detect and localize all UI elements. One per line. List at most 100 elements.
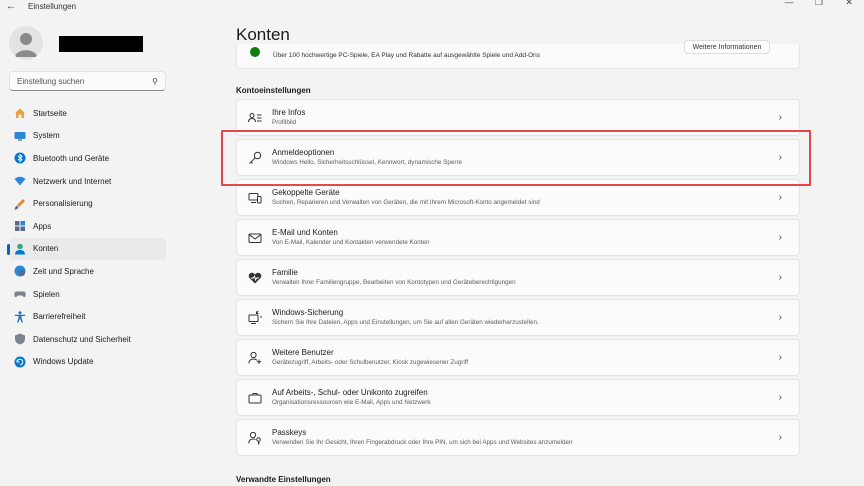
section-heading-account-settings: Kontoeinstellungen xyxy=(236,86,311,95)
gamepad-icon xyxy=(14,288,26,300)
chevron-right-icon: › xyxy=(778,232,782,243)
more-info-label: Weitere Informationen xyxy=(692,43,762,51)
sidebar-item-system[interactable]: System xyxy=(9,125,166,148)
devices-icon xyxy=(248,191,262,205)
sidebar-nav: Startseite System Bluetooth und Geräte N… xyxy=(7,102,166,374)
card-subtitle: Organisationsressourcen wie E-Mail, Apps… xyxy=(272,399,431,406)
close-button[interactable]: ✕ xyxy=(834,0,864,8)
card-subtitle: Suchen, Reparieren und Verwalten von Ger… xyxy=(272,199,540,206)
sidebar-item-bluetooth[interactable]: Bluetooth und Geräte xyxy=(9,147,166,170)
avatar xyxy=(9,26,43,60)
chevron-right-icon: › xyxy=(778,272,782,283)
search-input[interactable] xyxy=(17,76,153,86)
more-info-button[interactable]: Weitere Informationen xyxy=(684,40,770,54)
bluetooth-icon xyxy=(14,152,26,164)
sidebar-item-zeit-sprache[interactable]: Zeit und Sprache xyxy=(9,260,166,283)
sidebar-item-label: Apps xyxy=(33,221,52,231)
settings-search[interactable]: ⚲ xyxy=(9,71,166,91)
monitor-icon xyxy=(14,130,26,142)
sidebar-item-label: Personalisierung xyxy=(33,199,93,209)
user-profile[interactable] xyxy=(9,26,143,60)
sidebar-item-label: Startseite xyxy=(33,108,67,118)
minimize-button[interactable]: — xyxy=(774,0,804,8)
sidebar-item-datenschutz[interactable]: Datenschutz und Sicherheit xyxy=(9,328,166,351)
sidebar-item-apps[interactable]: Apps xyxy=(9,215,166,238)
add-user-icon xyxy=(248,351,262,365)
card-weitere-benutzer[interactable]: Weitere Benutzer Gerätezugriff, Arbeits-… xyxy=(236,339,800,376)
person-card-icon xyxy=(248,111,262,125)
card-title: Anmeldeoptionen xyxy=(272,148,335,157)
chevron-right-icon: › xyxy=(778,352,782,363)
close-icon: ✕ xyxy=(845,0,853,7)
card-title: Windows-Sicherung xyxy=(272,308,344,317)
sidebar: ⚲ Startseite System Bluetooth und Geräte… xyxy=(0,12,175,486)
avatar-person-icon xyxy=(15,33,37,57)
home-icon xyxy=(14,107,26,119)
card-subtitle: Sichern Sie Ihre Dateien, Apps und Einst… xyxy=(272,319,539,326)
sidebar-item-barrierefreiheit[interactable]: Barrierefreiheit xyxy=(9,305,166,328)
card-ihre-infos[interactable]: Ihre Infos Profilbild › xyxy=(236,99,800,136)
card-title: Weitere Benutzer xyxy=(272,348,334,357)
sidebar-item-startseite[interactable]: Startseite xyxy=(9,102,166,125)
sidebar-item-konten[interactable]: Konten xyxy=(7,237,166,261)
card-familie[interactable]: Familie Verwalten Ihrer Familiengruppe, … xyxy=(236,259,800,296)
card-gekoppelte-geraete[interactable]: Gekoppelte Geräte Suchen, Reparieren und… xyxy=(236,179,800,216)
app-title: Einstellungen xyxy=(28,1,77,11)
game-pass-promo-card: Über 100 hochwertige PC-Spiele, EA Play … xyxy=(236,40,800,69)
sidebar-item-label: Bluetooth und Geräte xyxy=(33,153,110,163)
wifi-icon xyxy=(14,175,26,187)
chevron-right-icon: › xyxy=(778,192,782,203)
title-bar: ← Einstellungen — ❐ ✕ xyxy=(0,0,864,12)
sidebar-item-spielen[interactable]: Spielen xyxy=(9,283,166,306)
search-icon: ⚲ xyxy=(152,76,158,86)
mail-icon xyxy=(248,231,262,245)
card-title: E-Mail und Konten xyxy=(272,228,338,237)
sidebar-item-personalisierung[interactable]: Personalisierung xyxy=(9,192,166,215)
sidebar-item-netzwerk[interactable]: Netzwerk und Internet xyxy=(9,170,166,193)
briefcase-icon xyxy=(248,391,262,405)
sidebar-item-label: Spielen xyxy=(33,289,60,299)
card-anmeldeoptionen[interactable]: Anmeldeoptionen Windows Hello, Sicherhei… xyxy=(236,139,800,176)
sidebar-item-label: Windows Update xyxy=(33,357,94,367)
main-content: Konten Über 100 hochwertige PC-Spiele, E… xyxy=(236,12,806,486)
back-button[interactable]: ← xyxy=(0,0,22,12)
sidebar-item-label: Zeit und Sprache xyxy=(33,266,94,276)
card-passkeys[interactable]: Passkeys Verwenden Sie Ihr Gesicht, Ihre… xyxy=(236,419,800,456)
window-controls: — ❐ ✕ xyxy=(774,0,864,8)
shield-icon xyxy=(14,333,26,345)
card-subtitle: Gerätezugriff, Arbeits- oder Schulbenutz… xyxy=(272,359,469,366)
chevron-right-icon: › xyxy=(778,152,782,163)
page-title: Konten xyxy=(236,25,290,44)
card-title: Gekoppelte Geräte xyxy=(272,188,340,197)
card-email-konten[interactable]: E-Mail und Konten Von E-Mail, Kalender u… xyxy=(236,219,800,256)
backup-icon xyxy=(248,310,262,325)
xbox-icon xyxy=(250,47,260,57)
maximize-icon: ❐ xyxy=(814,0,824,7)
family-heart-icon xyxy=(248,271,262,285)
sidebar-item-label: System xyxy=(33,131,60,141)
promo-text: Über 100 hochwertige PC-Spiele, EA Play … xyxy=(273,51,541,59)
chevron-right-icon: › xyxy=(778,392,782,403)
sidebar-item-label: Barrierefreiheit xyxy=(33,312,86,322)
chevron-right-icon: › xyxy=(778,312,782,323)
key-icon xyxy=(248,151,262,165)
back-arrow-icon: ← xyxy=(6,0,16,12)
card-arbeits-schulkonto[interactable]: Auf Arbeits-, Schul- oder Unikonto zugre… xyxy=(236,379,800,416)
sidebar-item-label: Datenschutz und Sicherheit xyxy=(33,334,131,344)
apps-icon xyxy=(14,220,26,232)
redacted-username xyxy=(59,36,143,52)
card-subtitle: Verwalten Ihrer Familiengruppe, Bearbeit… xyxy=(272,279,516,286)
card-subtitle: Verwenden Sie Ihr Gesicht, Ihren Fingera… xyxy=(272,439,573,446)
chevron-right-icon: › xyxy=(778,112,782,123)
card-subtitle: Windows Hello, Sicherheitsschlüssel, Ken… xyxy=(272,159,463,166)
passkey-icon xyxy=(248,431,262,445)
card-title: Auf Arbeits-, Schul- oder Unikonto zugre… xyxy=(272,388,428,397)
card-windows-sicherung[interactable]: Windows-Sicherung Sichern Sie Ihre Datei… xyxy=(236,299,800,336)
maximize-button[interactable]: ❐ xyxy=(804,0,834,8)
card-subtitle: Profilbild xyxy=(272,119,297,126)
update-icon xyxy=(14,356,26,368)
card-title: Ihre Infos xyxy=(272,108,306,117)
sidebar-item-windows-update[interactable]: Windows Update xyxy=(9,351,166,374)
card-subtitle: Von E-Mail, Kalender und Kontakten verwe… xyxy=(272,239,430,246)
globe-clock-icon xyxy=(14,265,26,277)
